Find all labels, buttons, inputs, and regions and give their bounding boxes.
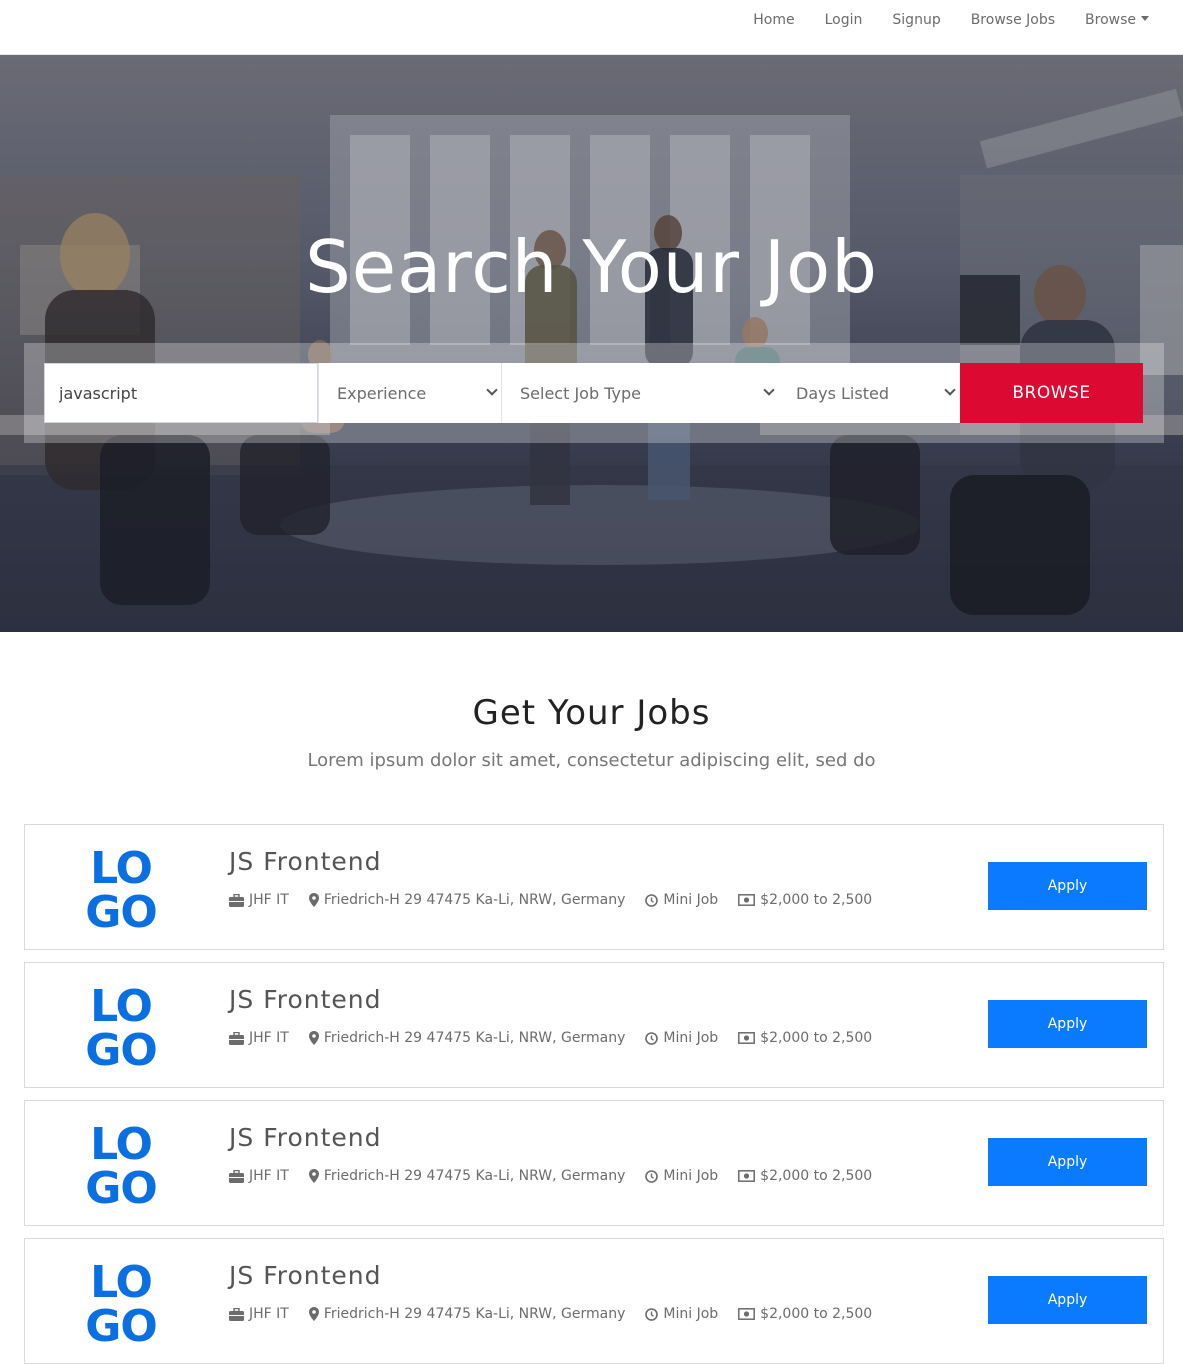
company-logo: LO GO [85,1257,158,1347]
svg-text:GO: GO [85,887,157,933]
company-logo: LO GO [85,1119,158,1209]
svg-text:GO: GO [85,1301,157,1347]
job-type: Mini Job [645,1168,718,1184]
days-listed-select[interactable]: Days Listed [778,363,960,423]
apply-button[interactable]: Apply [988,862,1147,910]
apply-button[interactable]: Apply [988,1000,1147,1048]
briefcase-icon [229,1031,244,1045]
job-company: JHF IT [229,1030,289,1046]
job-type-select-label: Select Job Type [520,383,641,403]
job-meta: JHF IT Friedrich-H 29 47475 Ka-Li, NRW, … [229,892,892,908]
company-logo: LO GO [85,843,158,933]
job-type: Mini Job [645,1306,718,1322]
nav-browse-dropdown[interactable]: Browse [1085,12,1149,28]
job-company: JHF IT [229,892,289,908]
job-card-3: LO GO JS Frontend JHF IT Friedrich-H 29 … [24,1100,1164,1226]
hero-section: Search Your Job Experience Select Job Ty… [0,55,1183,632]
briefcase-icon [229,1169,244,1183]
experience-select[interactable]: Experience [318,363,502,423]
job-company: JHF IT [229,1168,289,1184]
map-marker-icon [308,1031,319,1045]
job-salary: $2,000 to 2,500 [738,1306,872,1322]
search-bar: Experience Select Job Type Days Listed B… [24,343,1164,443]
browse-button[interactable]: BROWSE [960,363,1143,423]
job-location: Friedrich-H 29 47475 Ka-Li, NRW, Germany [308,1306,625,1322]
job-location: Friedrich-H 29 47475 Ka-Li, NRW, Germany [308,1168,625,1184]
section-title: Get Your Jobs [472,693,711,733]
clock-icon [645,893,659,907]
company-logo: LO GO [85,981,158,1071]
job-card-2: LO GO JS Frontend JHF IT Friedrich-H 29 … [24,962,1164,1088]
clock-icon [645,1031,659,1045]
navbar: Home Login Signup Browse Jobs Browse [0,0,1183,55]
briefcase-icon [229,1307,244,1321]
section-subtitle: Lorem ipsum dolor sit amet, consectetur … [307,750,876,771]
map-marker-icon [308,1307,319,1321]
chevron-down-icon [763,384,775,396]
caret-down-icon [1141,16,1149,21]
apply-button[interactable]: Apply [988,1276,1147,1324]
briefcase-icon [229,893,244,907]
job-type-select[interactable]: Select Job Type [501,363,779,423]
days-listed-select-label: Days Listed [796,383,889,403]
job-meta: JHF IT Friedrich-H 29 47475 Ka-Li, NRW, … [229,1030,892,1046]
nav-browse-label: Browse [1085,12,1136,28]
job-card-1: LO GO JS Frontend JHF IT Friedrich-H 29 … [24,824,1164,950]
svg-text:GO: GO [85,1163,157,1209]
chevron-down-icon [486,384,498,396]
chevron-down-icon [944,384,956,396]
apply-button[interactable]: Apply [988,1138,1147,1186]
nav-signup-link[interactable]: Signup [892,12,940,28]
nav-home-link[interactable]: Home [753,12,794,28]
money-icon [738,1170,756,1182]
job-title[interactable]: JS Frontend [229,985,382,1014]
job-meta: JHF IT Friedrich-H 29 47475 Ka-Li, NRW, … [229,1168,892,1184]
money-icon [738,894,756,906]
job-title[interactable]: JS Frontend [229,1123,382,1152]
clock-icon [645,1307,659,1321]
money-icon [738,1032,756,1044]
job-location: Friedrich-H 29 47475 Ka-Li, NRW, Germany [308,892,625,908]
job-type: Mini Job [645,1030,718,1046]
map-marker-icon [308,1169,319,1183]
keyword-search-input[interactable] [44,363,318,423]
job-type: Mini Job [645,892,718,908]
nav-browse-jobs-link[interactable]: Browse Jobs [971,12,1055,28]
map-marker-icon [308,893,319,907]
nav-login-link[interactable]: Login [825,12,863,28]
job-salary: $2,000 to 2,500 [738,1168,872,1184]
svg-text:GO: GO [85,1025,157,1071]
job-location: Friedrich-H 29 47475 Ka-Li, NRW, Germany [308,1030,625,1046]
job-meta: JHF IT Friedrich-H 29 47475 Ka-Li, NRW, … [229,1306,892,1322]
experience-select-label: Experience [337,383,427,403]
job-salary: $2,000 to 2,500 [738,892,872,908]
clock-icon [645,1169,659,1183]
nav-links: Home Login Signup Browse Jobs Browse [723,0,1149,40]
job-company: JHF IT [229,1306,289,1322]
money-icon [738,1308,756,1320]
job-title[interactable]: JS Frontend [229,847,382,876]
job-salary: $2,000 to 2,500 [738,1030,872,1046]
hero-title: Search Your Job [305,225,878,309]
job-card-4: LO GO JS Frontend JHF IT Friedrich-H 29 … [24,1238,1164,1364]
